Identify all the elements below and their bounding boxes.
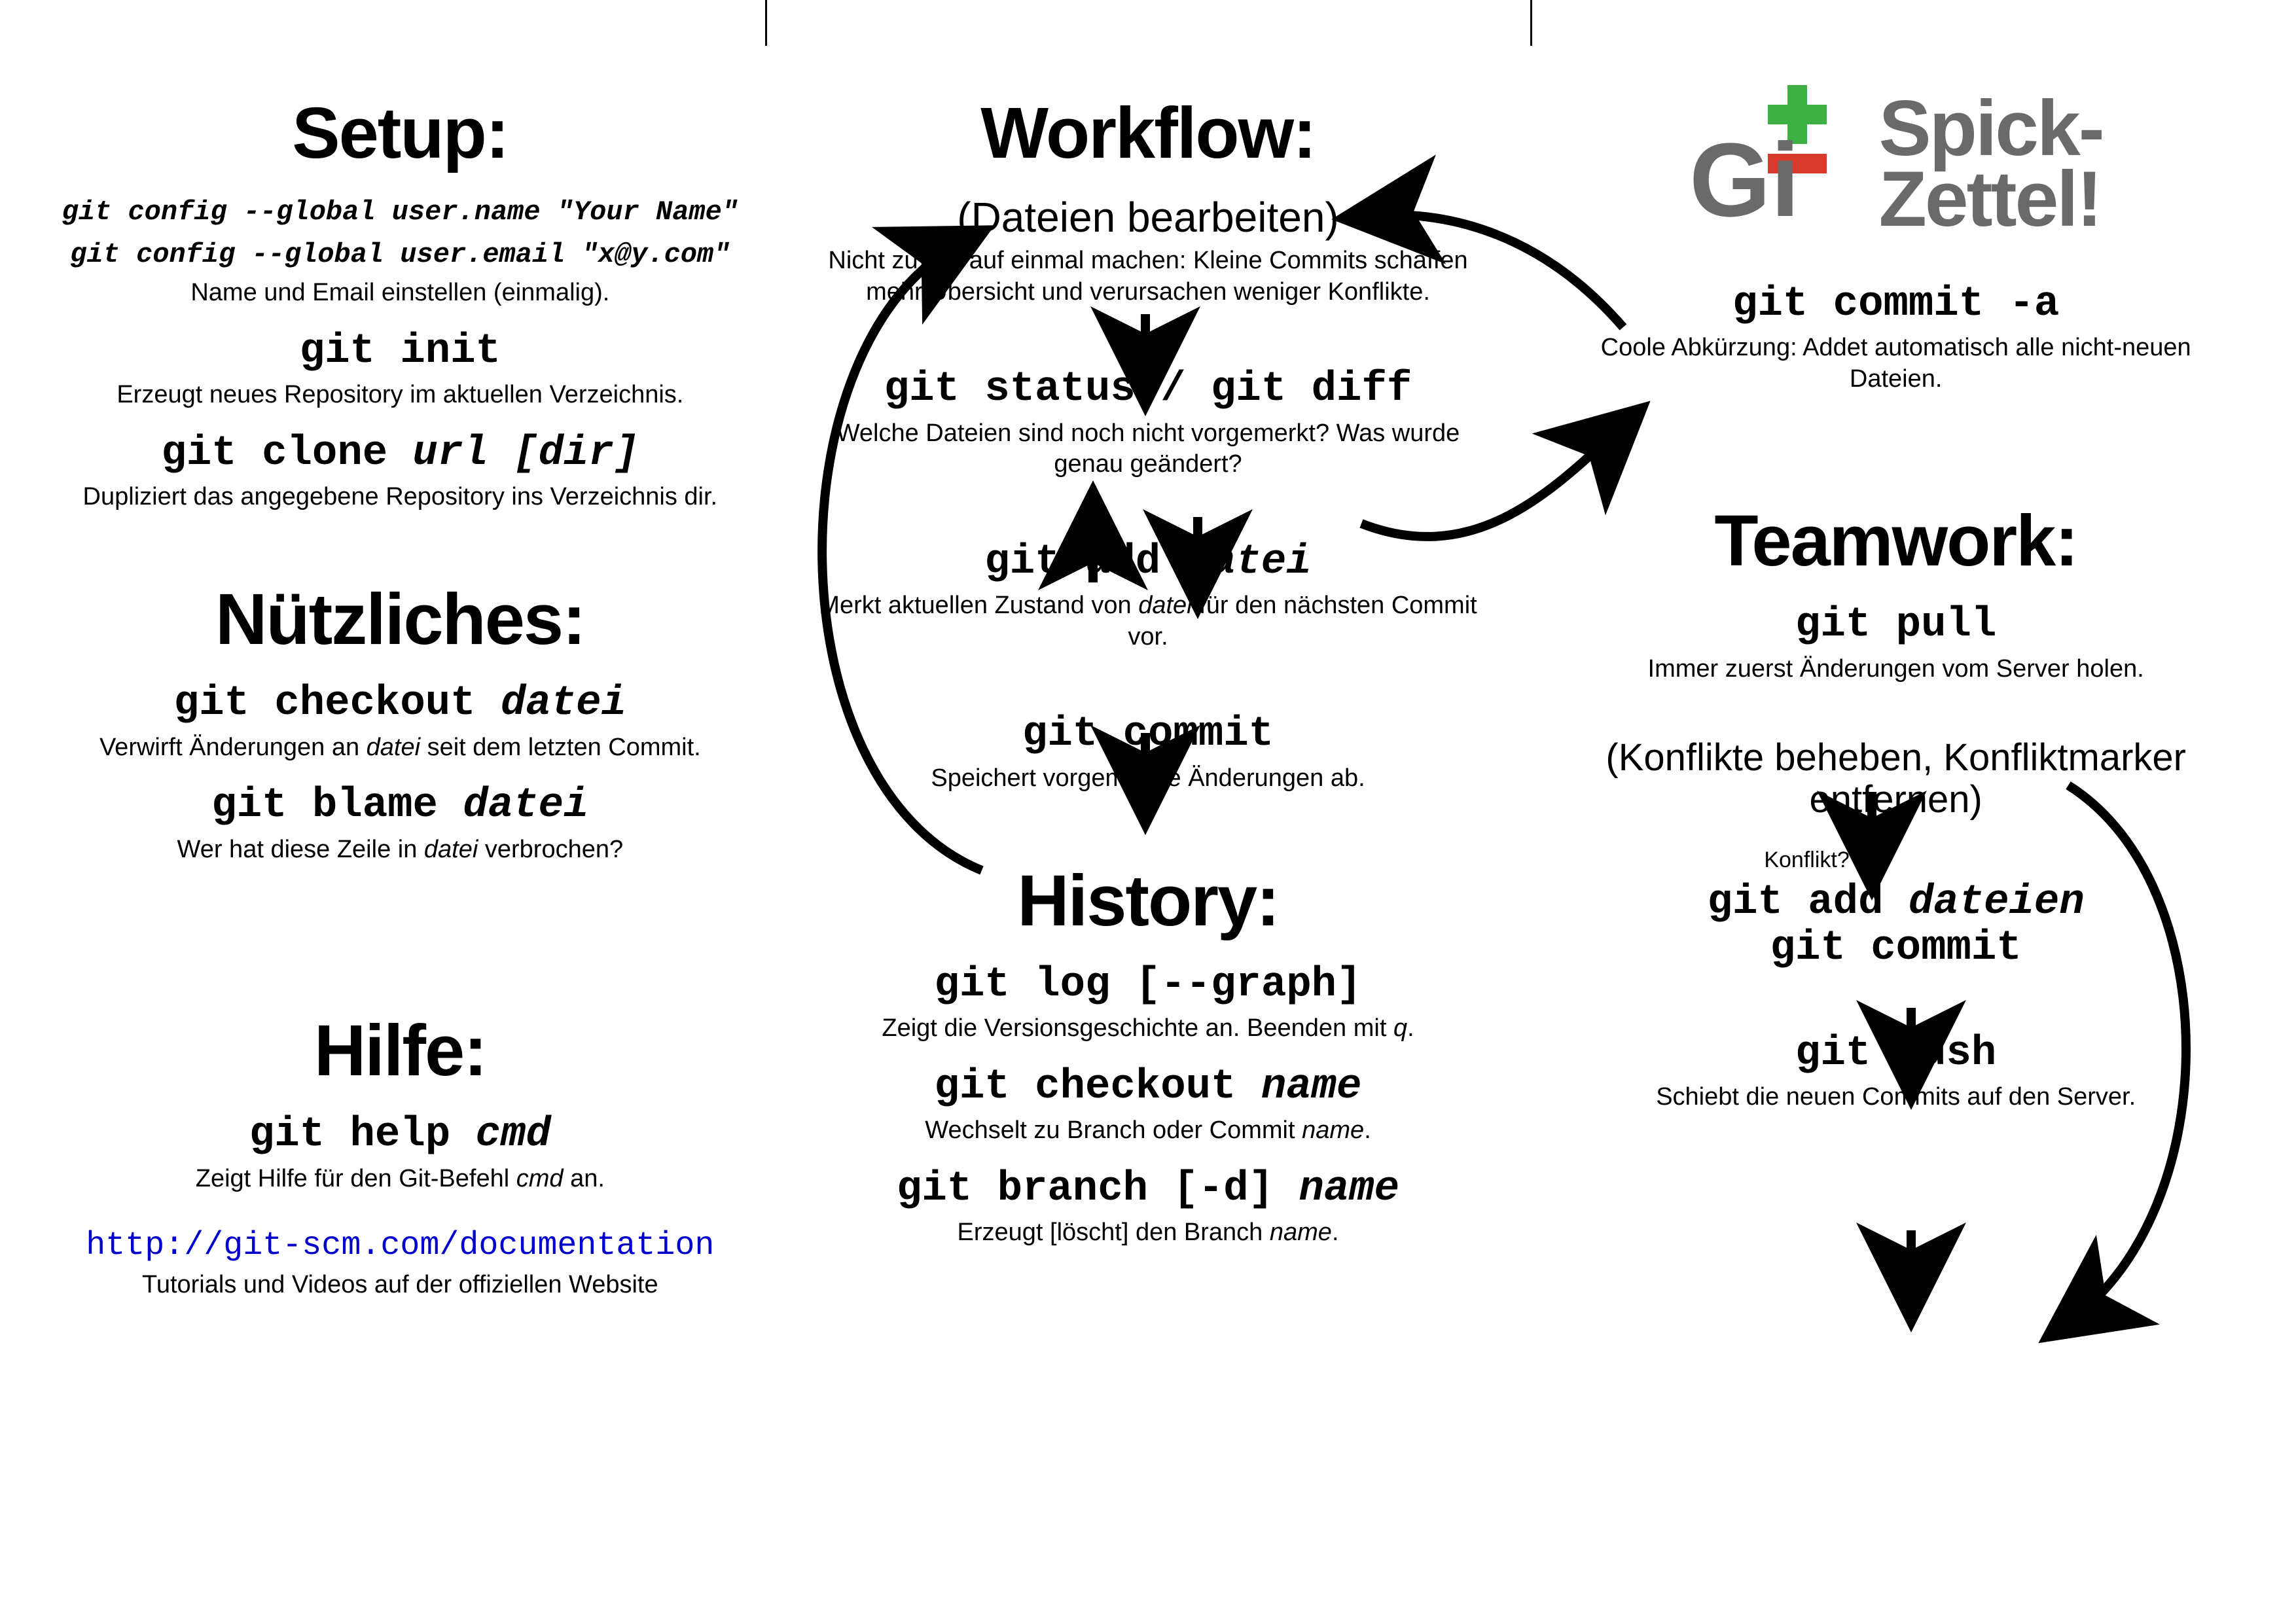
pull-cmd: git pull — [1554, 602, 2237, 648]
help-heading: Hilfe: — [59, 1009, 742, 1092]
branch-desc: Erzeugt [löscht] den Branch name. — [807, 1217, 1490, 1249]
init-desc: Erzeugt neues Repository im aktuellen Ve… — [59, 380, 742, 411]
clone-desc: Dupliziert das angegebene Repository ins… — [59, 482, 742, 513]
help-desc: Zeigt Hilfe für den Git-Befehl cmd an. — [59, 1164, 742, 1195]
checkout-file-desc: Verwirft Änderungen an datei seit dem le… — [59, 732, 742, 764]
svg-text:Gi: Gi — [1689, 121, 1800, 238]
checkout-file-cmd: git checkout datei — [59, 681, 742, 726]
logo-row: Gi Spick- Zettel! — [1554, 79, 2237, 249]
commit-a-cmd: git commit -a — [1554, 281, 2237, 327]
config-name-cmd: git config --global user.name "Your Name… — [59, 194, 742, 230]
commit-desc: Speichert vorgemerkte Änderungen ab. — [807, 763, 1490, 794]
log-desc: Zeigt die Versionsgeschichte an. Beenden… — [807, 1013, 1490, 1044]
push-cmd: git push — [1554, 1031, 2237, 1077]
history-heading: History: — [807, 859, 1490, 942]
edit-desc: Nicht zu viel auf einmal machen: Kleine … — [807, 245, 1490, 308]
log-cmd: git log [--graph] — [807, 962, 1490, 1008]
edit-files: (Dateien bearbeiten) — [807, 194, 1490, 240]
init-cmd: git init — [59, 329, 742, 374]
column-setup: Setup: git config --global user.name "Yo… — [26, 39, 774, 1584]
config-desc: Name und Email einstellen (einmalig). — [59, 277, 742, 309]
resolve-conflicts: (Konflikte beheben, Konfliktmarker entfe… — [1554, 737, 2237, 821]
commit-cmd: git commit — [807, 711, 1490, 757]
checkout-name-desc: Wechselt zu Branch oder Commit name. — [807, 1115, 1490, 1147]
status-desc: Welche Dateien sind noch nicht vorgemerk… — [807, 418, 1490, 480]
teamwork-heading: Teamwork: — [1554, 499, 2237, 582]
column-workflow: Workflow: (Dateien bearbeiten) Nicht zu … — [774, 39, 1522, 1584]
blame-desc: Wer hat diese Zeile in datei verbrochen? — [59, 834, 742, 866]
commit-a-desc: Coole Abkürzung: Addet automatisch alle … — [1554, 332, 2237, 395]
branch-cmd: git branch [-d] name — [807, 1166, 1490, 1212]
add-files-cmd: git add dateien — [1554, 880, 2237, 925]
clone-cmd: git clone url [dir] — [59, 431, 742, 476]
push-desc: Schiebt die neuen Commits auf den Server… — [1554, 1082, 2237, 1113]
commit-cmd2: git commit — [1554, 925, 2237, 971]
konflikt-label: Konflikt? — [1764, 847, 1849, 873]
checkout-name-cmd: git checkout name — [807, 1064, 1490, 1110]
useful-heading: Nützliches: — [59, 578, 742, 661]
help-cmd: git help cmd — [59, 1112, 742, 1158]
logo-text: Spick- Zettel! — [1879, 93, 2103, 234]
docs-link[interactable]: http://git-scm.com/documentation — [59, 1227, 742, 1264]
config-email-cmd: git config --global user.email "x@y.com" — [59, 237, 742, 273]
pull-desc: Immer zuerst Änderungen vom Server holen… — [1554, 654, 2237, 685]
column-teamwork: Gi Spick- Zettel! git commit -a Coole Ab… — [1522, 39, 2270, 1584]
add-cmd: git add datei — [807, 539, 1490, 585]
docs-desc: Tutorials und Videos auf der offiziellen… — [59, 1270, 742, 1301]
status-cmd: git status / git diff — [807, 366, 1490, 412]
git-logo-icon: Gi — [1689, 79, 1859, 249]
setup-heading: Setup: — [59, 92, 742, 175]
add-desc: Merkt aktuellen Zustand von datei für de… — [807, 590, 1490, 652]
blame-cmd: git blame datei — [59, 783, 742, 829]
workflow-heading: Workflow: — [807, 92, 1490, 175]
